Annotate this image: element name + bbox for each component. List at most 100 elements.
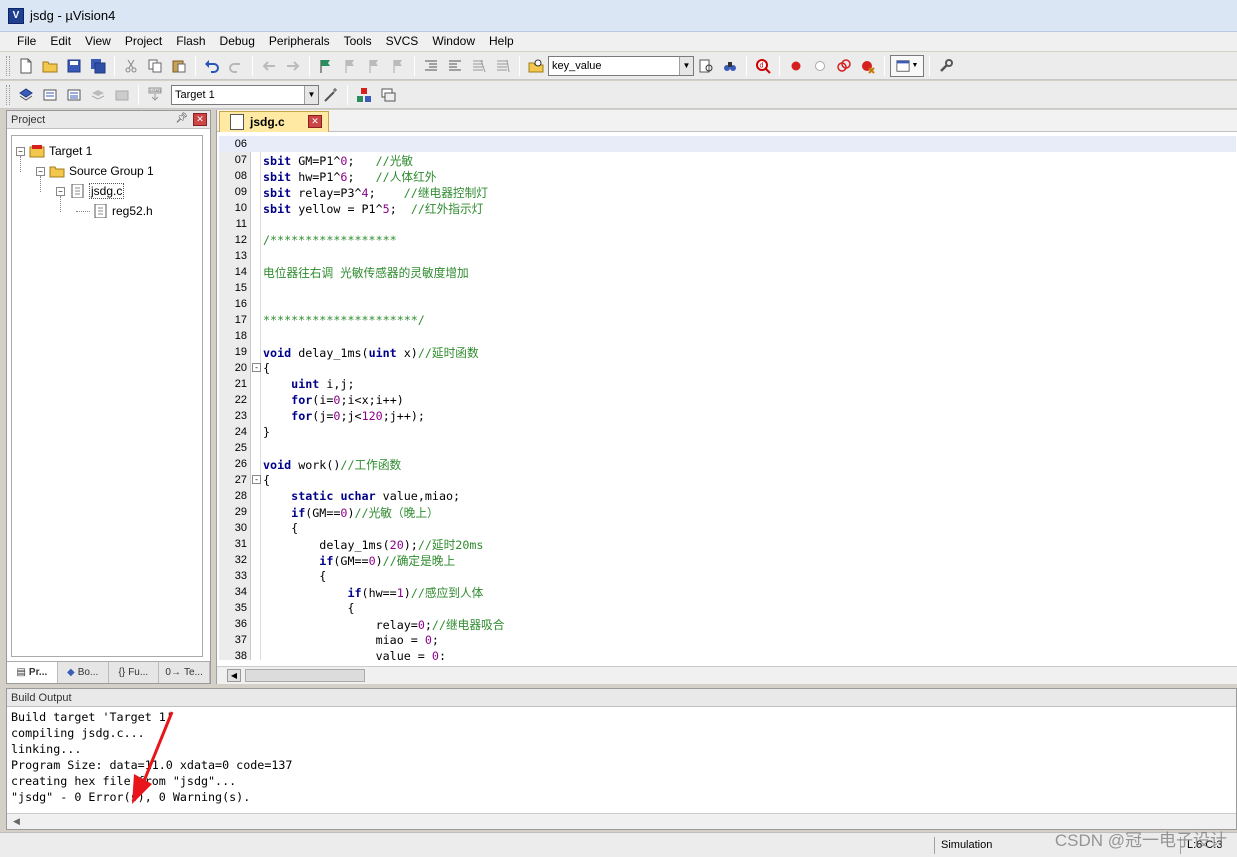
code-line[interactable]: 38 value = 0; xyxy=(219,648,1236,660)
code-line[interactable]: 12 /****************** xyxy=(219,232,1236,248)
incremental-find-button[interactable] xyxy=(719,55,741,77)
menu-tools[interactable]: Tools xyxy=(337,32,379,51)
pin-icon[interactable]: 📌︎ xyxy=(175,113,188,124)
code-line[interactable]: 33 { xyxy=(219,568,1236,584)
tab-books[interactable]: ◆ Bo... xyxy=(58,662,109,683)
next-bookmark-button[interactable] xyxy=(363,55,385,77)
copy-button[interactable] xyxy=(144,55,166,77)
fold-toggle-icon[interactable]: - xyxy=(252,363,261,372)
build-button[interactable] xyxy=(39,84,61,106)
cut-button[interactable] xyxy=(120,55,142,77)
code-line[interactable]: 20-{ xyxy=(219,360,1236,376)
menu-help[interactable]: Help xyxy=(482,32,521,51)
window-layout-button[interactable]: ▼ xyxy=(890,54,924,77)
manage-components-button[interactable] xyxy=(353,84,375,106)
build-output-scrollbar[interactable]: ◀ xyxy=(7,813,1236,829)
open-file-button[interactable] xyxy=(39,55,61,77)
download-button[interactable]: LOAD xyxy=(144,84,166,106)
unindent-button[interactable] xyxy=(444,55,466,77)
menu-file[interactable]: File xyxy=(10,32,43,51)
editor-horizontal-scrollbar[interactable]: ◀ xyxy=(217,666,1237,684)
disable-all-breakpoints-button[interactable] xyxy=(833,55,855,77)
menu-svcs[interactable]: SVCS xyxy=(379,32,426,51)
code-line[interactable]: 18 xyxy=(219,328,1236,344)
enable-breakpoint-button[interactable] xyxy=(809,55,831,77)
code-line[interactable]: 21 uint i,j; xyxy=(219,376,1236,392)
menu-edit[interactable]: Edit xyxy=(43,32,78,51)
menu-view[interactable]: View xyxy=(78,32,118,51)
save-all-button[interactable] xyxy=(87,55,109,77)
kill-all-breakpoints-button[interactable] xyxy=(857,55,879,77)
indent-button[interactable] xyxy=(420,55,442,77)
menu-project[interactable]: Project xyxy=(118,32,169,51)
code-line[interactable]: 19 void delay_1ms(uint x)//延时函数 xyxy=(219,344,1236,360)
close-icon[interactable]: ✕ xyxy=(308,115,322,128)
redo-button[interactable] xyxy=(225,55,247,77)
code-line[interactable]: 22 for(i=0;i<x;i++) xyxy=(219,392,1236,408)
chevron-down-icon[interactable]: ▼ xyxy=(304,85,318,104)
code-line[interactable]: 10 sbit yellow = P1^5; //红外指示灯 xyxy=(219,200,1236,216)
rebuild-button[interactable] xyxy=(63,84,85,106)
tree-item-jsdg-c[interactable]: − jsdg.c xyxy=(56,182,125,200)
tree-item-target[interactable]: − Target 1 xyxy=(16,142,92,160)
prev-bookmark-button[interactable] xyxy=(339,55,361,77)
code-line[interactable]: 29 if(GM==0)//光敏（晚上） xyxy=(219,504,1236,520)
collapse-icon[interactable]: − xyxy=(36,166,45,176)
code-line[interactable]: 36 relay=0;//继电器吸合 xyxy=(219,616,1236,632)
menu-debug[interactable]: Debug xyxy=(213,32,262,51)
close-icon[interactable]: ✕ xyxy=(193,113,207,126)
collapse-icon[interactable]: − xyxy=(16,146,25,156)
menu-peripherals[interactable]: Peripherals xyxy=(262,32,337,51)
uncomment-button[interactable] xyxy=(492,55,514,77)
menu-window[interactable]: Window xyxy=(425,32,482,51)
find-combo[interactable]: key_value ▼ xyxy=(548,55,694,76)
scroll-left-icon[interactable]: ◀ xyxy=(227,669,241,682)
code-line[interactable]: 16 xyxy=(219,296,1236,312)
code-line[interactable]: 34 if(hw==1)//感应到人体 xyxy=(219,584,1236,600)
code-line[interactable]: 37 miao = 0; xyxy=(219,632,1236,648)
tree-item-source-group[interactable]: − Source Group 1 xyxy=(36,162,154,180)
configure-button[interactable] xyxy=(935,55,957,77)
code-line[interactable]: 24} xyxy=(219,424,1236,440)
code-line[interactable]: 13 xyxy=(219,248,1236,264)
tab-project[interactable]: ▤ Pr... xyxy=(7,662,58,683)
comment-button[interactable] xyxy=(468,55,490,77)
target-options-button[interactable] xyxy=(320,84,342,106)
code-line[interactable]: 07 sbit GM=P1^0; //光敏 xyxy=(219,152,1236,168)
toolbar-grip[interactable] xyxy=(6,55,10,76)
code-line[interactable]: 11 xyxy=(219,216,1236,232)
tree-item-reg52-h[interactable]: reg52.h xyxy=(76,202,153,220)
tab-templates[interactable]: 0→ Te... xyxy=(159,662,210,683)
code-line[interactable]: 28 static uchar value,miao; xyxy=(219,488,1236,504)
target-combo[interactable]: Target 1 ▼ xyxy=(171,84,319,105)
chevron-down-icon[interactable]: ▼ xyxy=(679,56,693,75)
bookmark-button[interactable] xyxy=(315,55,337,77)
code-area[interactable]: 06 07 sbit GM=P1^0; //光敏 08 sbit hw=P1^6; //… xyxy=(219,136,1236,660)
code-line[interactable]: 08 sbit hw=P1^6; //人体红外 xyxy=(219,168,1236,184)
nav-back-button[interactable] xyxy=(258,55,280,77)
new-file-button[interactable] xyxy=(15,55,37,77)
undo-button[interactable] xyxy=(201,55,223,77)
code-line[interactable]: 15 xyxy=(219,280,1236,296)
code-line[interactable]: 23 for(j=0;j<120;j++); xyxy=(219,408,1236,424)
translate-button[interactable] xyxy=(15,84,37,106)
code-line[interactable]: 27-{ xyxy=(219,472,1236,488)
editor-tab-jsdg-c[interactable]: jsdg.c ✕ xyxy=(219,111,329,132)
code-line[interactable]: 17 **********************/ xyxy=(219,312,1236,328)
fold-toggle-icon[interactable]: - xyxy=(252,475,261,484)
stop-build-button[interactable] xyxy=(111,84,133,106)
code-line[interactable]: 14 电位器往右调 光敏传感器的灵敏度增加 xyxy=(219,264,1236,280)
tab-functions[interactable]: {} Fu... xyxy=(109,662,160,683)
code-line[interactable]: 25 xyxy=(219,440,1236,456)
code-line[interactable]: 35 { xyxy=(219,600,1236,616)
clear-bookmarks-button[interactable] xyxy=(387,55,409,77)
toolbar-grip[interactable] xyxy=(6,84,10,105)
save-button[interactable] xyxy=(63,55,85,77)
nav-forward-button[interactable] xyxy=(282,55,304,77)
paste-button[interactable] xyxy=(168,55,190,77)
find-in-files-button[interactable] xyxy=(525,55,547,77)
code-line[interactable]: 09 sbit relay=P3^4; //继电器控制灯 xyxy=(219,184,1236,200)
code-line[interactable]: 26 void work()//工作函数 xyxy=(219,456,1236,472)
code-line[interactable]: 06 xyxy=(219,136,1236,152)
code-line[interactable]: 31 delay_1ms(20);//延时20ms xyxy=(219,536,1236,552)
